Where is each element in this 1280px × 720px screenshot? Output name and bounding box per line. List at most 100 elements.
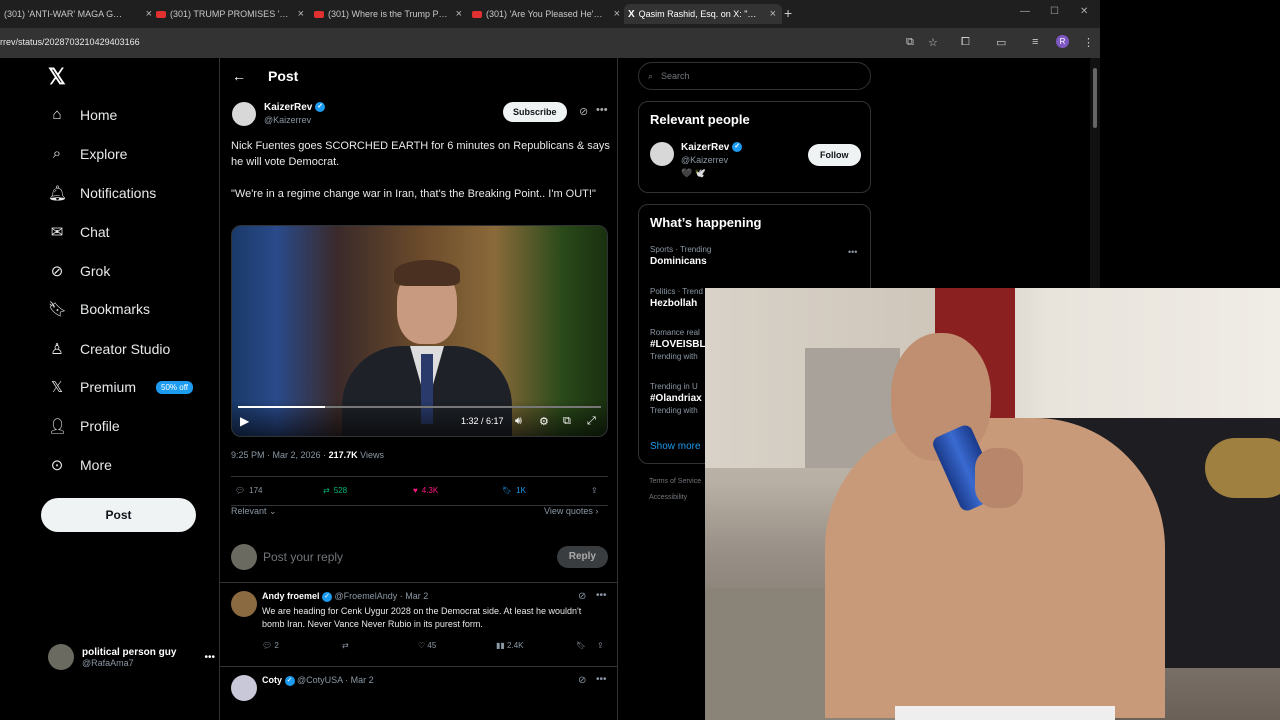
sidebar-item-explore[interactable]: ⌕ Explore (48, 145, 128, 162)
sidebar-item-grok[interactable]: ⊘ Grok (48, 262, 111, 280)
grok-icon[interactable]: ⊘ (578, 675, 586, 686)
x-logo-icon[interactable]: 𝕏 (48, 64, 66, 90)
show-more-link[interactable]: Show more (650, 441, 701, 452)
trend-item[interactable]: Sports · Trending Dominicans (650, 245, 711, 267)
profile-avatar[interactable]: R (1056, 35, 1069, 48)
like-button[interactable]: ♥ 4.3K (413, 486, 438, 495)
search-icon: ⌕ (52, 145, 62, 162)
tweet-meta: 9:25 PM · Mar 2, 2026 · 217.7K Views (231, 450, 384, 460)
post-button[interactable]: Post (41, 498, 196, 532)
tab-title: (301) TRUMP PROMISES 'DEATH (170, 9, 290, 19)
star-icon[interactable]: ☆ (928, 36, 938, 49)
sidebar-item-label: Creator Studio (80, 341, 171, 357)
author-avatar[interactable] (232, 102, 256, 126)
install-icon[interactable]: ⧉ (906, 36, 914, 49)
verified-badge-icon: ✓ (732, 142, 743, 153)
trend-item[interactable]: Romance real #LOVEISBL Trending with (650, 328, 706, 361)
reply-repost-button[interactable]: ⇄ (342, 641, 349, 650)
reply-bookmark-icon[interactable]: 🔖︎ (576, 641, 586, 650)
sidebar-item-label: Profile (80, 418, 120, 434)
kebab-menu-icon[interactable]: ⋮ (1083, 36, 1094, 49)
extensions-icon[interactable]: ⧠ (961, 36, 970, 49)
more-icon[interactable]: ••• (596, 590, 607, 601)
reply-reply-count: 2 (274, 641, 279, 650)
video-progress-fill (238, 406, 326, 408)
grok-icon[interactable]: ⊘ (579, 105, 588, 118)
browser-tab-1[interactable]: (301) 'ANTI-WAR' MAGA Grifters × (0, 4, 158, 24)
fullscreen-icon[interactable]: ⤢ (587, 415, 596, 428)
media-icon[interactable]: ≡ (1032, 36, 1038, 48)
settings-gear-icon[interactable]: ⚙ (539, 415, 549, 428)
reply-input[interactable]: Post your reply (263, 550, 551, 564)
more-icon[interactable]: ••• (848, 247, 857, 257)
close-icon[interactable]: × (298, 8, 304, 20)
close-icon[interactable]: × (614, 8, 620, 20)
tweet-timestamp[interactable]: 9:25 PM · Mar 2, 2026 · (231, 450, 326, 460)
trend-item[interactable]: Trending in U #Olandriax Trending with (650, 382, 702, 415)
person-avatar[interactable] (650, 142, 674, 166)
reply-author-name[interactable]: Andy froemel (262, 591, 320, 601)
view-quotes-link[interactable]: View quotes › (544, 506, 598, 516)
repost-button[interactable]: ⇄ 528 (323, 486, 347, 495)
reply-views-button[interactable]: ▮▮ 2.4K (496, 641, 524, 650)
share-button[interactable]: ⇪ (591, 486, 598, 495)
reply-submit-button[interactable]: Reply (556, 546, 608, 568)
minimize-icon[interactable]: — (1020, 6, 1030, 17)
sidebar-item-more[interactable]: ⊙ More (48, 456, 112, 474)
more-icon[interactable]: ••• (596, 104, 608, 116)
volume-icon[interactable]: 🔊︎ (515, 415, 522, 428)
video-progress-bar[interactable] (238, 406, 601, 408)
subscribe-button[interactable]: Subscribe (503, 102, 567, 122)
back-arrow-icon[interactable]: ← (232, 68, 246, 84)
reply-reply-button[interactable]: 💬︎ 2 (262, 641, 279, 650)
person-info[interactable]: KaizerRev ✓ @Kaizerrev 🖤 🕊️ (681, 142, 743, 179)
reply-item[interactable]: Coty ✓ @CotyUSA · Mar 2 ⊘ ••• (220, 666, 617, 720)
new-tab-icon[interactable]: + (784, 5, 792, 21)
sidebar-item-bookmarks[interactable]: 🔖︎ Bookmarks (48, 300, 150, 318)
pip-icon[interactable]: ⧉ (563, 415, 571, 428)
sidebar-item-home[interactable]: ⌂ Home (48, 106, 117, 123)
footer-link[interactable]: Accessibility (649, 494, 687, 501)
close-icon[interactable]: × (770, 8, 776, 20)
more-icon[interactable]: ••• (596, 674, 607, 685)
sidebar-item-chat[interactable]: ✉ Chat (48, 223, 110, 241)
maximize-icon[interactable]: ☐ (1050, 6, 1059, 17)
trend-category: Romance real (650, 328, 700, 337)
scrollbar-thumb[interactable] (1093, 68, 1097, 128)
split-view-icon[interactable]: ▭ (996, 36, 1006, 49)
avatar[interactable] (231, 591, 257, 617)
footer-link[interactable]: Terms of Service (649, 478, 701, 485)
reply-button[interactable]: 💬︎ 174 (235, 486, 263, 495)
url-field[interactable]: rrev/status/2028703210429403166 (0, 37, 140, 47)
grok-icon[interactable]: ⊘ (578, 591, 586, 602)
browser-tab-2[interactable]: (301) TRUMP PROMISES 'DEATH × (152, 4, 310, 24)
tweet-author[interactable]: KaizerRev ✓ @Kaizerrev (232, 102, 326, 126)
sidebar-item-premium[interactable]: 𝕏 Premium 50% off (48, 378, 193, 396)
video-player[interactable]: ▶ 1:32 / 6:17 🔊︎ ⚙ ⧉ ⤢ (231, 225, 608, 437)
sidebar-item-notifications[interactable]: 🔔︎ Notifications (48, 184, 156, 202)
sidebar-item-profile[interactable]: 👤︎ Profile (48, 417, 120, 435)
sort-dropdown[interactable]: Relevant ⌄ (231, 506, 277, 517)
browser-tab-3[interactable]: (301) Where is the Trump Phone × (310, 4, 468, 24)
reply-author-name[interactable]: Coty (262, 675, 282, 685)
follow-button[interactable]: Follow (808, 144, 861, 166)
sidebar-item-creator-studio[interactable]: ♙ Creator Studio (48, 340, 170, 358)
reply-like-button[interactable]: ♡ 45 (418, 641, 436, 650)
reply-composer: Post your reply Reply (231, 535, 608, 579)
avatar[interactable] (231, 675, 257, 701)
browser-tab-5[interactable]: X Qasim Rashid, Esq. on X: "An u × (624, 4, 782, 24)
trend-title: Hezbollah (650, 298, 698, 309)
close-icon[interactable]: × (456, 8, 462, 20)
author-handle: @Kaizerrev (264, 115, 312, 125)
search-input[interactable]: ⌕ Search (638, 62, 871, 90)
more-icon[interactable]: ••• (204, 652, 215, 663)
reply-item[interactable]: Andy froemel ✓ @FroemelAndy · Mar 2 ⊘ ••… (220, 582, 617, 666)
reply-share-icon[interactable]: ⇪ (597, 641, 604, 650)
window-close-icon[interactable]: ✕ (1080, 6, 1088, 17)
bookmark-button[interactable]: 🔖︎ 1K (502, 486, 526, 495)
account-switcher[interactable]: political person guy @RafaAma7 ••• (48, 644, 215, 670)
trend-item[interactable]: Politics · Trend Hezbollah (650, 287, 703, 309)
reply-header: Andy froemel ✓ @FroemelAndy · Mar 2 (262, 591, 428, 602)
play-icon[interactable]: ▶ (240, 414, 249, 428)
browser-tab-4[interactable]: (301) 'Are You Pleased He's Dead × (468, 4, 626, 24)
